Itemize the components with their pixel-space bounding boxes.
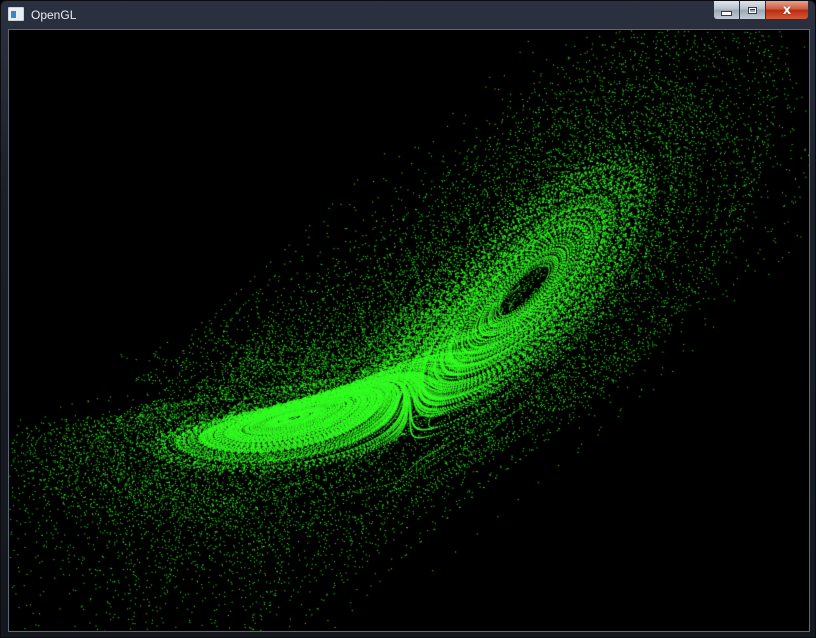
opengl-viewport[interactable] [8, 29, 810, 632]
close-button[interactable]: x [766, 1, 809, 20]
window-title: OpenGL [31, 8, 77, 22]
attractor-canvas[interactable] [9, 30, 809, 631]
title-bar[interactable]: OpenGL x [1, 1, 815, 29]
minimize-icon [721, 10, 732, 16]
close-icon: x [782, 2, 792, 18]
app-icon-pane [11, 11, 16, 18]
maximize-button[interactable] [740, 1, 766, 20]
window-app-icon[interactable] [8, 7, 24, 21]
maximize-icon [748, 6, 757, 14]
minimize-button[interactable] [713, 1, 740, 20]
window-controls: x [713, 1, 809, 21]
app-window: OpenGL x [0, 0, 816, 638]
